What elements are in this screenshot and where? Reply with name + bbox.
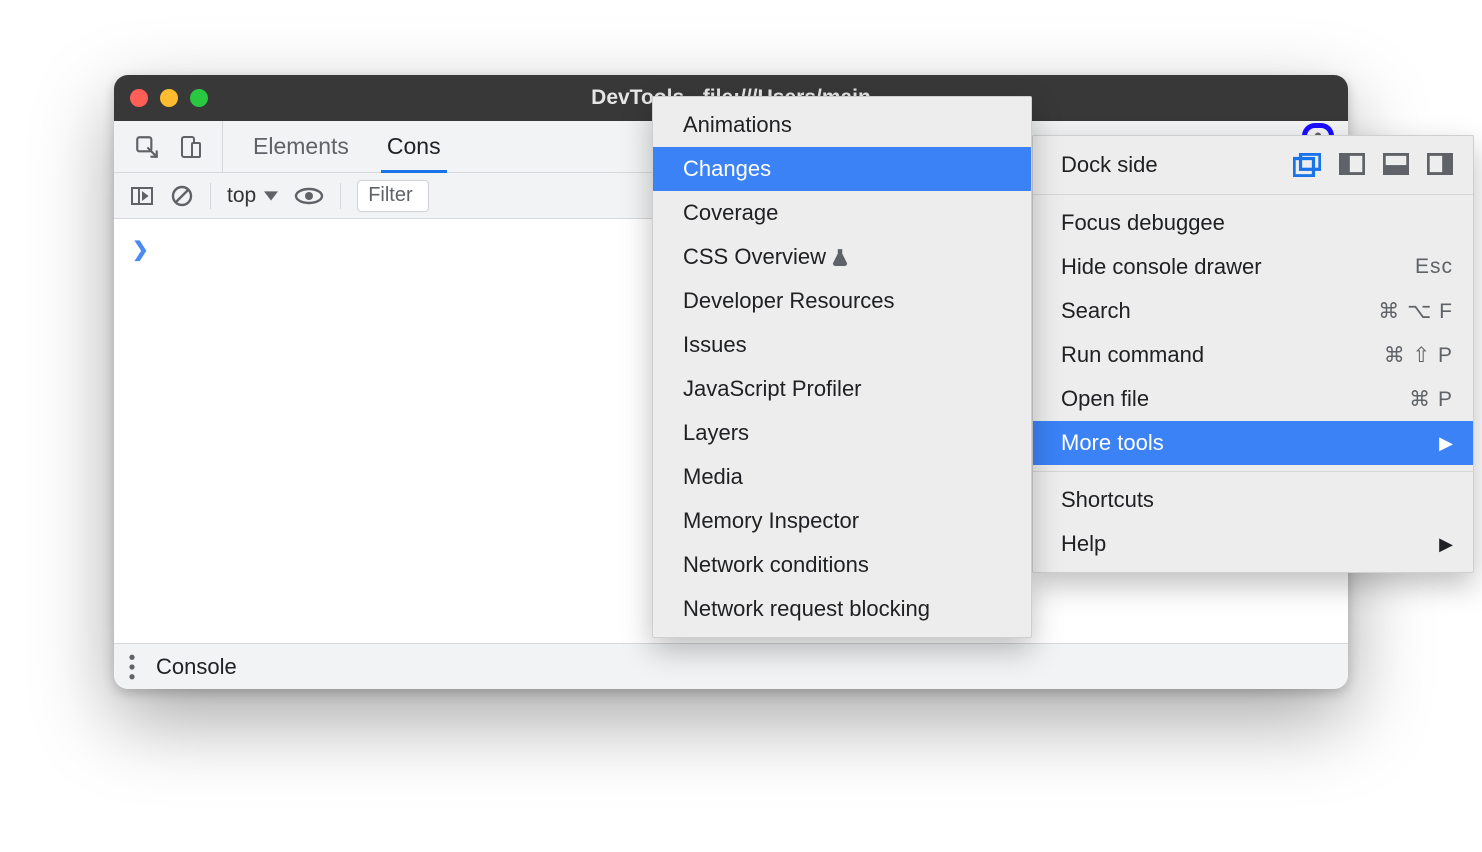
- dock-undock-icon[interactable]: [1293, 153, 1321, 177]
- menu-open-file[interactable]: Open file ⌘ P: [1033, 377, 1473, 421]
- minimize-window-button[interactable]: [160, 89, 178, 107]
- menu-search[interactable]: Search ⌘ ⌥ F: [1033, 289, 1473, 333]
- live-expression-icon[interactable]: [294, 186, 324, 206]
- shortcut-text: ⌘ P: [1409, 387, 1453, 412]
- menu-more-tools[interactable]: More tools ▶: [1033, 421, 1473, 465]
- close-window-button[interactable]: [130, 89, 148, 107]
- dock-right-icon[interactable]: [1427, 153, 1453, 177]
- submenu-network-request-blocking[interactable]: Network request blocking: [653, 587, 1031, 631]
- drawer: Console: [114, 643, 1348, 689]
- tab-elements[interactable]: Elements: [251, 121, 351, 172]
- menu-run-command[interactable]: Run command ⌘ ⇧ P: [1033, 333, 1473, 377]
- submenu-css-overview[interactable]: CSS Overview: [653, 235, 1031, 279]
- drawer-tab-console[interactable]: Console: [152, 644, 241, 690]
- submenu-animations[interactable]: Animations: [653, 103, 1031, 147]
- console-sidebar-toggle-icon[interactable]: [130, 185, 154, 207]
- filter-input[interactable]: Filter: [357, 180, 429, 212]
- inspect-element-icon[interactable]: [134, 134, 160, 160]
- submenu-changes[interactable]: Changes: [653, 147, 1031, 191]
- context-label: top: [227, 184, 256, 208]
- menu-help[interactable]: Help ▶: [1033, 522, 1473, 566]
- customize-menu: Dock side Focus debuggee Hide console dr…: [1032, 135, 1474, 573]
- submenu-media[interactable]: Media: [653, 455, 1031, 499]
- menu-focus-debuggee[interactable]: Focus debuggee: [1033, 201, 1473, 245]
- submenu-layers[interactable]: Layers: [653, 411, 1031, 455]
- submenu-arrow-icon: ▶: [1439, 534, 1453, 555]
- submenu-memory-inspector[interactable]: Memory Inspector: [653, 499, 1031, 543]
- device-toolbar-icon[interactable]: [178, 134, 202, 160]
- clear-console-icon[interactable]: [170, 184, 194, 208]
- shortcut-text: ⌘ ⌥ F: [1378, 299, 1453, 324]
- dropdown-triangle-icon: [264, 191, 278, 201]
- more-tools-submenu: Animations Changes Coverage CSS Overview…: [652, 96, 1032, 638]
- dock-bottom-icon[interactable]: [1383, 153, 1409, 177]
- console-prompt-icon: ❯: [132, 237, 149, 262]
- menu-shortcuts[interactable]: Shortcuts: [1033, 478, 1473, 522]
- dock-side-row: Dock side: [1033, 136, 1473, 194]
- dock-side-label: Dock side: [1061, 152, 1158, 178]
- zoom-window-button[interactable]: [190, 89, 208, 107]
- flask-icon: [832, 248, 848, 266]
- submenu-network-conditions[interactable]: Network conditions: [653, 543, 1031, 587]
- shortcut-text: Esc: [1415, 255, 1453, 279]
- submenu-coverage[interactable]: Coverage: [653, 191, 1031, 235]
- shortcut-text: ⌘ ⇧ P: [1384, 343, 1453, 368]
- menu-hide-console-drawer[interactable]: Hide console drawer Esc: [1033, 245, 1473, 289]
- dock-left-icon[interactable]: [1339, 153, 1365, 177]
- traffic-lights: [130, 89, 208, 107]
- submenu-javascript-profiler[interactable]: JavaScript Profiler: [653, 367, 1031, 411]
- context-select[interactable]: top: [227, 184, 278, 208]
- separator: [210, 183, 211, 209]
- submenu-issues[interactable]: Issues: [653, 323, 1031, 367]
- tab-console[interactable]: Cons: [385, 121, 443, 172]
- drawer-kebab-icon[interactable]: [128, 654, 136, 680]
- separator: [340, 183, 341, 209]
- submenu-developer-resources[interactable]: Developer Resources: [653, 279, 1031, 323]
- filter-placeholder: Filter: [368, 184, 412, 207]
- submenu-arrow-icon: ▶: [1439, 433, 1453, 454]
